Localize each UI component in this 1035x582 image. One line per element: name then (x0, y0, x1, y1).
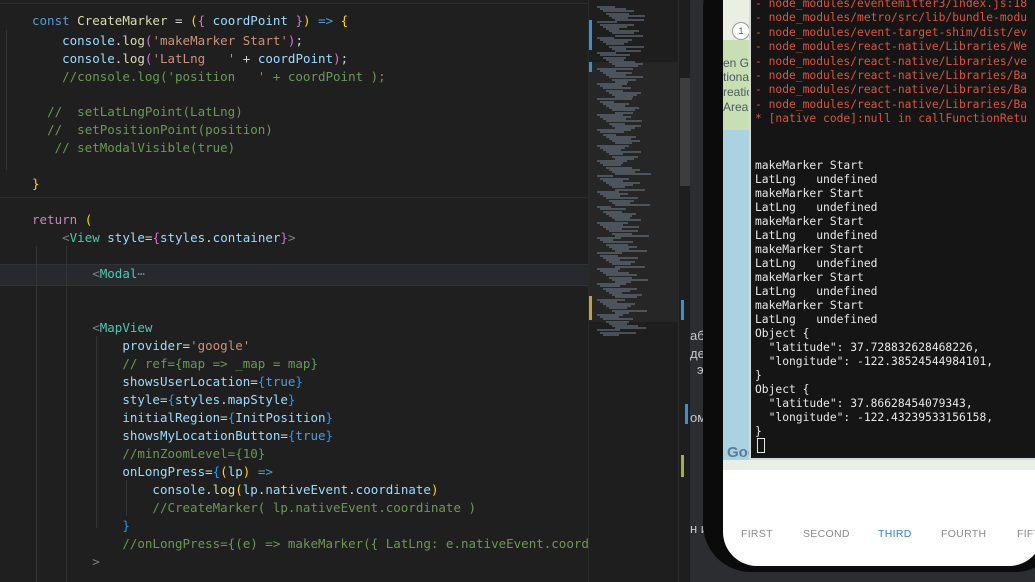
console-log-line: "longitude": -122.43239533156158, (755, 411, 994, 424)
git-change-marker (589, 296, 592, 320)
phone-screen[interactable]: 1 en G tiona reatio Area Goo - node_modu… (723, 0, 1035, 566)
code-line[interactable]: showsUserLocation={true} (32, 373, 303, 391)
scroll-marker (681, 455, 684, 477)
terminal-cursor (757, 438, 765, 453)
minimap-line (615, 204, 650, 206)
git-change-marker (589, 62, 592, 72)
console-log-line: LatLng undefined (755, 229, 878, 242)
minimap-line (603, 333, 619, 336)
code-line[interactable]: console.log('makeMarker Start'); (32, 32, 303, 50)
console-log-line: LatLng undefined (755, 173, 878, 186)
code-line[interactable]: // setPositionPoint(position) (32, 121, 273, 139)
scroll-marker (685, 404, 688, 424)
console-log-line: } (755, 425, 762, 438)
tab-second[interactable]: SECOND (803, 528, 850, 540)
code-line[interactable]: onLongPress={(lp) => (32, 463, 273, 481)
minimap-line (615, 188, 645, 191)
console-error-line: - node_modules/metro/src/lib/bundle-modu (755, 11, 1028, 25)
scroll-marker (681, 300, 684, 320)
minimap-line (615, 173, 651, 176)
console-log-line: LatLng undefined (755, 285, 878, 298)
console-error-line: - node_modules/react-native/Libraries/Ba (755, 97, 1028, 111)
tab-fourth[interactable]: FOURTH (941, 528, 986, 540)
console-log-line: makeMarker Start (755, 215, 864, 228)
minimap-line (615, 19, 644, 22)
console-log-line: LatLng undefined (755, 201, 878, 214)
console-log-line: } (755, 369, 762, 382)
editor-section-divider (0, 197, 588, 198)
console-log-line: makeMarker Start (755, 271, 864, 284)
map-label: tiona (723, 70, 750, 84)
console-error-line: - node_modules/event-target-shim/dist/ev (755, 25, 1028, 39)
debug-console[interactable]: - node_modules/eventemitter3/index.js:18… (749, 0, 1035, 460)
console-log-line: Object { (755, 327, 810, 340)
code-line[interactable]: style={styles.mapStyle} (32, 391, 295, 409)
git-change-marker (589, 20, 592, 50)
code-line[interactable]: //minZoomLevel={10} (32, 445, 265, 463)
console-log-line: makeMarker Start (755, 187, 864, 200)
console-log-line: "latitude": 37.728832628468226, (755, 341, 980, 354)
tab-third[interactable]: THIRD (878, 528, 912, 540)
console-error-line: - node_modules/react-native/Libraries/Ba (755, 83, 1028, 97)
code-line[interactable]: //console.log('position ' + coordPoint )… (32, 68, 386, 86)
code-line[interactable]: // ref={map => _map = map} (32, 355, 318, 373)
console-log-line: makeMarker Start (755, 159, 864, 172)
code-line[interactable]: return ( (32, 211, 92, 229)
console-error-line: - node_modules/react-native/Libraries/Ba (755, 69, 1028, 82)
console-error-line: - node_modules/react-native/Libraries/We (755, 40, 1028, 54)
code-line[interactable]: <View style={styles.container}> (32, 229, 295, 247)
tab-first[interactable]: FIRST (741, 528, 773, 540)
console-log-line: makeMarker Start (755, 243, 864, 256)
code-line[interactable]: console.log(lp.nativeEvent.coordinate) (32, 481, 438, 499)
console-error-line: * [native code]:null in callFunctionRetu (755, 112, 1028, 126)
console-log-line: LatLng undefined (755, 257, 878, 270)
minimap-line (615, 50, 642, 52)
code-line[interactable]: console.log('LatLng ' + coordPoint); (32, 50, 348, 68)
console-log-line: Object { (755, 383, 810, 396)
code-line[interactable]: provider='google' (32, 337, 250, 355)
editor-sticky-divider (0, 3, 588, 4)
code-line[interactable]: showsMyLocationButton={true} (32, 427, 333, 445)
bottom-tab-bar: FIRST SECOND THIRD FOURTH FIFT (723, 518, 1035, 550)
code-line[interactable]: // setLatLngPoint(LatLng) (32, 103, 243, 121)
route-badge: 1 (732, 22, 750, 40)
code-line[interactable]: > (32, 553, 100, 571)
console-error-line: - node_modules/eventemitter3/index.js:18 (755, 0, 1028, 10)
console-log-line: LatLng undefined (755, 313, 878, 326)
code-line[interactable]: <Modal⋯ (32, 265, 145, 283)
minimap[interactable] (588, 0, 679, 582)
code-line[interactable]: initialRegion={InitPosition} (32, 409, 333, 427)
console-log-line: makeMarker Start (755, 299, 864, 312)
code-line[interactable]: } (32, 517, 130, 535)
console-log-line: "latitude": 37.86628454079343, (755, 397, 973, 410)
scrollbar-thumb[interactable] (680, 78, 690, 186)
minimap-line (615, 34, 643, 37)
indent-guide (6, 30, 7, 170)
code-line[interactable]: } (32, 175, 40, 193)
console-log-line: "longitude": -122.38524544984101, (755, 355, 994, 368)
code-editor[interactable]: const CreateMarker = ({ coordPoint }) =>… (0, 0, 588, 582)
map-label: Area (723, 100, 749, 114)
map-label: en G (723, 56, 750, 70)
console-error-line: - node_modules/react-native/Libraries/ve (755, 54, 1028, 68)
code-line[interactable]: //CreateMarker( lp.nativeEvent.coordinat… (32, 499, 476, 517)
code-line[interactable]: <MapView (32, 319, 152, 337)
code-line[interactable]: const CreateMarker = ({ coordPoint }) =>… (32, 12, 348, 30)
code-line[interactable]: //onLongPress={(e) => makeMarker({ LatLn… (32, 535, 588, 553)
tab-fifth[interactable]: FIFT (1017, 528, 1035, 540)
code-line[interactable]: // setModalVisible(true) (32, 139, 236, 157)
